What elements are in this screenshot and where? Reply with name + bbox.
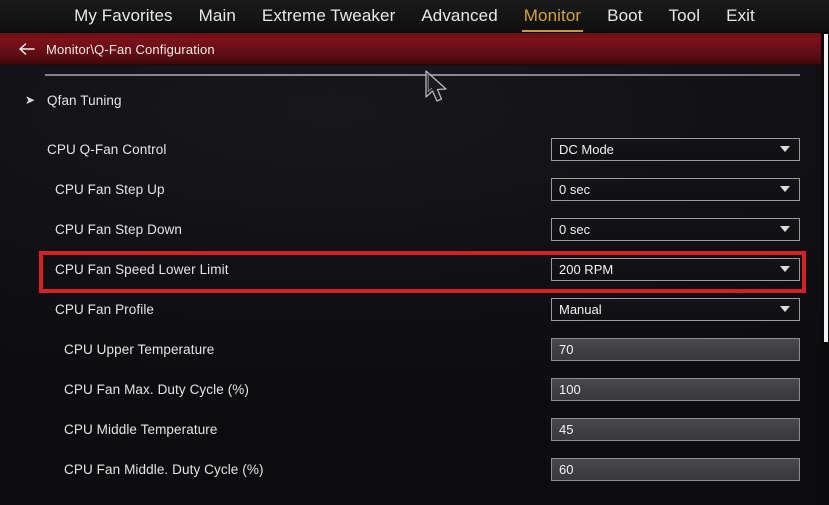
dropdown-value-cpu-fan-profile: Manual: [559, 301, 602, 317]
chevron-down-icon: [780, 306, 790, 312]
setting-row-cpu-fan-step-down: CPU Fan Step Down 0 sec: [0, 212, 829, 246]
setting-label-cpu-fan-max-duty-cycle: CPU Fan Max. Duty Cycle (%): [64, 381, 249, 397]
setting-label-cpu-q-fan-control: CPU Q-Fan Control: [47, 141, 167, 157]
setting-row-cpu-middle-temperature: CPU Middle Temperature 45: [0, 412, 829, 446]
menu-item-boot[interactable]: Boot: [594, 4, 655, 29]
input-value-cpu-fan-max-duty-cycle: 100: [559, 381, 581, 397]
section-divider: [45, 74, 800, 76]
menu-item-monitor[interactable]: Monitor: [511, 4, 594, 32]
setting-label-cpu-fan-step-down: CPU Fan Step Down: [55, 221, 183, 237]
dropdown-cpu-fan-step-down[interactable]: 0 sec: [551, 217, 800, 241]
input-cpu-middle-temperature[interactable]: 45: [551, 417, 800, 441]
input-cpu-fan-middle-duty-cycle[interactable]: 60: [551, 457, 800, 481]
setting-label-cpu-fan-step-up: CPU Fan Step Up: [55, 181, 165, 197]
vertical-scrollbar-thumb[interactable]: [824, 34, 828, 342]
breadcrumb-bar: Monitor\Q-Fan Configuration: [0, 33, 829, 65]
chevron-down-icon: [780, 186, 790, 192]
input-value-cpu-fan-middle-duty-cycle: 60: [559, 461, 574, 477]
setting-row-cpu-fan-max-duty-cycle: CPU Fan Max. Duty Cycle (%) 100: [0, 372, 829, 406]
input-value-cpu-middle-temperature: 45: [559, 421, 574, 437]
settings-panel: ➤ Qfan Tuning CPU Q-Fan Control DC Mode …: [0, 65, 829, 505]
submenu-item-label: Qfan Tuning: [47, 92, 122, 108]
dropdown-value-cpu-q-fan-control: DC Mode: [559, 141, 614, 157]
input-cpu-upper-temperature[interactable]: 70: [551, 337, 800, 361]
menu-item-advanced[interactable]: Advanced: [408, 4, 510, 29]
submenu-item-qfan-tuning[interactable]: ➤ Qfan Tuning: [0, 83, 829, 117]
dropdown-cpu-fan-profile[interactable]: Manual: [551, 297, 800, 321]
menu-item-exit[interactable]: Exit: [713, 4, 768, 29]
submenu-arrow-icon: ➤: [25, 93, 36, 107]
setting-label-cpu-fan-speed-lower-limit: CPU Fan Speed Lower Limit: [55, 261, 229, 277]
dropdown-value-cpu-fan-speed-lower-limit: 200 RPM: [559, 261, 614, 277]
dropdown-cpu-q-fan-control[interactable]: DC Mode: [551, 137, 800, 161]
setting-row-cpu-fan-middle-duty-cycle: CPU Fan Middle. Duty Cycle (%) 60: [0, 452, 829, 486]
dropdown-cpu-fan-step-up[interactable]: 0 sec: [551, 177, 800, 201]
setting-row-cpu-fan-profile: CPU Fan Profile Manual: [0, 292, 829, 326]
dropdown-value-cpu-fan-step-up: 0 sec: [559, 181, 591, 197]
menu-item-extreme-tweaker[interactable]: Extreme Tweaker: [249, 4, 408, 29]
bios-screen: My Favorites Main Extreme Tweaker Advanc…: [0, 0, 829, 505]
main-menu-bar: My Favorites Main Extreme Tweaker Advanc…: [0, 0, 829, 33]
menu-item-tool[interactable]: Tool: [656, 4, 714, 29]
setting-row-cpu-fan-speed-lower-limit: CPU Fan Speed Lower Limit 200 RPM: [0, 252, 829, 286]
setting-label-cpu-middle-temperature: CPU Middle Temperature: [64, 421, 218, 437]
setting-label-cpu-fan-middle-duty-cycle: CPU Fan Middle. Duty Cycle (%): [64, 461, 264, 477]
breadcrumb-path: Monitor\Q-Fan Configuration: [46, 41, 215, 57]
setting-row-cpu-fan-step-up: CPU Fan Step Up 0 sec: [0, 172, 829, 206]
setting-row-cpu-upper-temperature: CPU Upper Temperature 70: [0, 332, 829, 366]
menu-item-my-favorites[interactable]: My Favorites: [61, 4, 186, 29]
dropdown-cpu-fan-speed-lower-limit[interactable]: 200 RPM: [551, 257, 800, 281]
back-arrow-icon[interactable]: [18, 41, 36, 57]
setting-label-cpu-fan-profile: CPU Fan Profile: [55, 301, 155, 317]
setting-row-cpu-q-fan-control: CPU Q-Fan Control DC Mode: [0, 132, 829, 166]
menu-item-main[interactable]: Main: [186, 4, 249, 29]
setting-label-cpu-upper-temperature: CPU Upper Temperature: [64, 341, 215, 357]
input-cpu-fan-max-duty-cycle[interactable]: 100: [551, 377, 800, 401]
chevron-down-icon: [780, 146, 790, 152]
chevron-down-icon: [780, 266, 790, 272]
dropdown-value-cpu-fan-step-down: 0 sec: [559, 221, 591, 237]
chevron-down-icon: [780, 226, 790, 232]
input-value-cpu-upper-temperature: 70: [559, 341, 574, 357]
